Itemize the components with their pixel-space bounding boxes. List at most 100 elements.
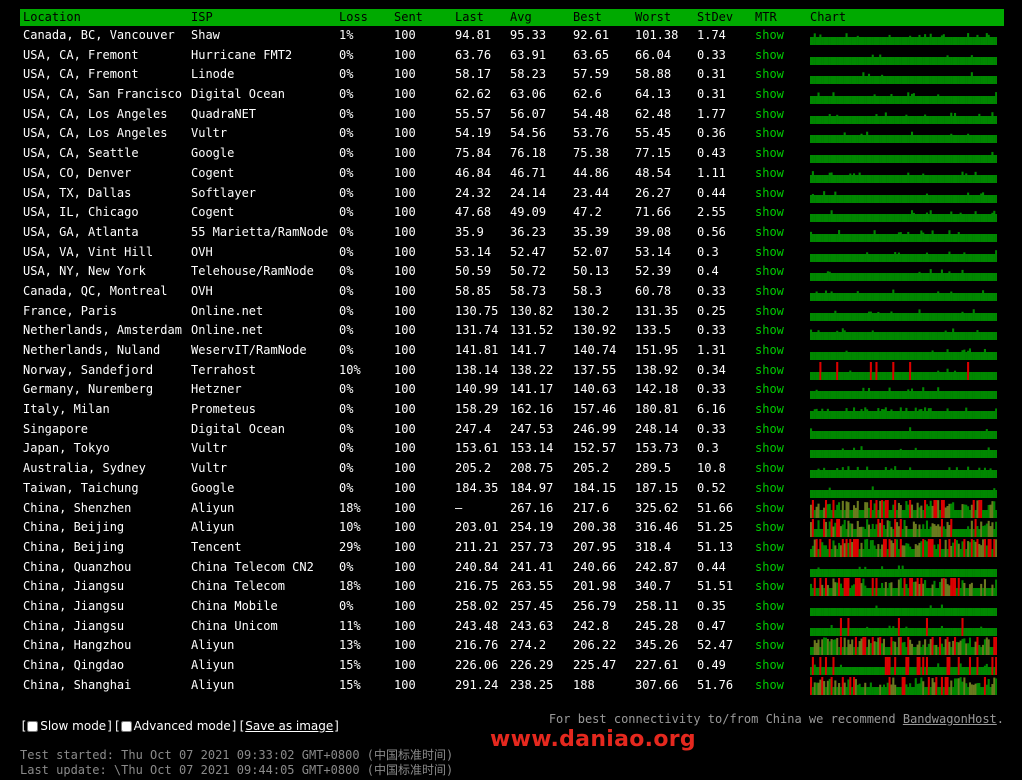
mtr-show-link[interactable]: show [755, 144, 784, 164]
mtr-show-link[interactable]: show [755, 636, 784, 656]
cell-best: 92.61 [573, 28, 610, 42]
chart-bar [864, 253, 867, 262]
cell-isp: Prometeus [191, 402, 257, 417]
mtr-show-link[interactable]: show [755, 203, 784, 223]
cell-last: 35.9 [455, 224, 484, 239]
mtr-show-link[interactable]: show [755, 400, 784, 420]
chart-bar [961, 529, 964, 538]
mtr-show-link[interactable]: show [755, 282, 784, 302]
cell-loss: 0% [339, 421, 354, 436]
chart-bar [884, 194, 887, 203]
mtr-show-link[interactable]: show [755, 577, 784, 597]
chart-bar [931, 371, 934, 380]
chart-bar [925, 647, 929, 656]
cell-worst: 289.5 [635, 461, 672, 476]
col-location[interactable]: Location [23, 9, 81, 26]
chart-bar [946, 135, 949, 144]
mtr-show-link[interactable]: show [755, 380, 784, 400]
chart-bar [963, 391, 966, 400]
chart-bar [924, 639, 927, 656]
cell-sent: 100 [394, 28, 416, 42]
col-avg[interactable]: Avg [510, 9, 532, 26]
chart-bar [832, 578, 835, 597]
table-row: China, Hangzhou Aliyun 13% 100 216.76 274.2 20… [20, 636, 1004, 656]
col-isp[interactable]: ISP [191, 9, 213, 26]
mtr-show-link[interactable]: show [755, 617, 784, 637]
chart-bar [826, 548, 829, 557]
advanced-mode-checkbox[interactable] [120, 721, 132, 732]
col-loss[interactable]: Loss [339, 9, 368, 26]
chart-bar [897, 174, 900, 183]
mtr-show-link[interactable]: show [755, 420, 784, 440]
mtr-show-link[interactable]: show [755, 439, 784, 459]
chart-bar [950, 273, 953, 282]
bandwagonhost-link[interactable]: BandwagonHost [903, 712, 997, 726]
mtr-show-link[interactable]: show [755, 164, 784, 184]
chart-bar [989, 174, 992, 183]
ping-chart [810, 657, 997, 675]
mtr-show-link[interactable]: show [755, 499, 784, 519]
chart-bar [922, 135, 925, 144]
chart-bar [862, 450, 865, 459]
chart-bar [927, 135, 930, 144]
chart-bar [972, 155, 975, 164]
mtr-show-link[interactable]: show [755, 518, 784, 538]
advanced-mode-label[interactable]: Advanced mode [134, 719, 231, 733]
chart-bar [890, 527, 893, 538]
cell-location: Italy, Milan [23, 402, 110, 417]
save-as-image-link[interactable]: Save as image [245, 719, 333, 733]
col-last[interactable]: Last [455, 9, 484, 26]
slow-mode-checkbox[interactable] [27, 721, 39, 732]
chart-bar [989, 489, 992, 498]
chart-bar [875, 391, 878, 400]
slow-mode-label[interactable]: Slow mode [40, 719, 106, 733]
mtr-show-link[interactable]: show [755, 656, 784, 676]
mtr-show-link[interactable]: show [755, 558, 784, 578]
mtr-show-link[interactable]: show [755, 459, 784, 479]
chart-bar [830, 489, 833, 498]
cell-sent: 100 [394, 677, 416, 692]
mtr-show-link[interactable]: show [755, 676, 784, 696]
table-row: China, Jiangsu China Mobile 0% 100 258.02 257… [20, 597, 1004, 617]
col-mtr[interactable]: MTR [755, 9, 777, 26]
cell-isp: China Unicom [191, 618, 278, 633]
chart-bar [927, 430, 930, 439]
chart-bar-loss [839, 637, 842, 656]
chart-bar [942, 56, 945, 65]
chart-bar [920, 450, 923, 459]
col-stdev[interactable]: StDev [697, 9, 733, 26]
mtr-show-link[interactable]: show [755, 538, 784, 558]
mtr-show-link[interactable]: show [755, 184, 784, 204]
col-worst[interactable]: Worst [635, 9, 671, 26]
mtr-show-link[interactable]: show [755, 262, 784, 282]
chart-bar [841, 391, 844, 400]
chart-bar [839, 155, 842, 164]
cell-isp: Terrahost [191, 362, 257, 377]
chart-bar [968, 584, 972, 597]
mtr-show-link[interactable]: show [755, 243, 784, 263]
chart-bar [875, 214, 878, 223]
mtr-show-link[interactable]: show [755, 321, 784, 341]
mtr-show-link[interactable]: show [755, 46, 784, 66]
mtr-show-link[interactable]: show [755, 597, 784, 617]
mtr-show-link[interactable]: show [755, 479, 784, 499]
mtr-show-link[interactable]: show [755, 302, 784, 322]
mtr-show-link[interactable]: show [755, 65, 784, 85]
chart-bar-loss [871, 637, 874, 656]
col-sent[interactable]: Sent [394, 9, 423, 26]
mtr-show-link[interactable]: show [755, 26, 784, 46]
chart-bar [974, 489, 977, 498]
mtr-show-link[interactable]: show [755, 124, 784, 144]
col-best[interactable]: Best [573, 9, 602, 26]
mtr-show-link[interactable]: show [755, 361, 784, 381]
mtr-show-link[interactable]: show [755, 105, 784, 125]
chart-bar [955, 352, 958, 360]
chart-bar [826, 312, 829, 321]
mtr-show-link[interactable]: show [755, 341, 784, 361]
chart-bar [858, 391, 861, 400]
chart-bar [841, 627, 844, 636]
mtr-show-link[interactable]: show [755, 223, 784, 243]
chart-bar [970, 391, 973, 400]
chart-bar [929, 408, 932, 420]
mtr-show-link[interactable]: show [755, 85, 784, 105]
